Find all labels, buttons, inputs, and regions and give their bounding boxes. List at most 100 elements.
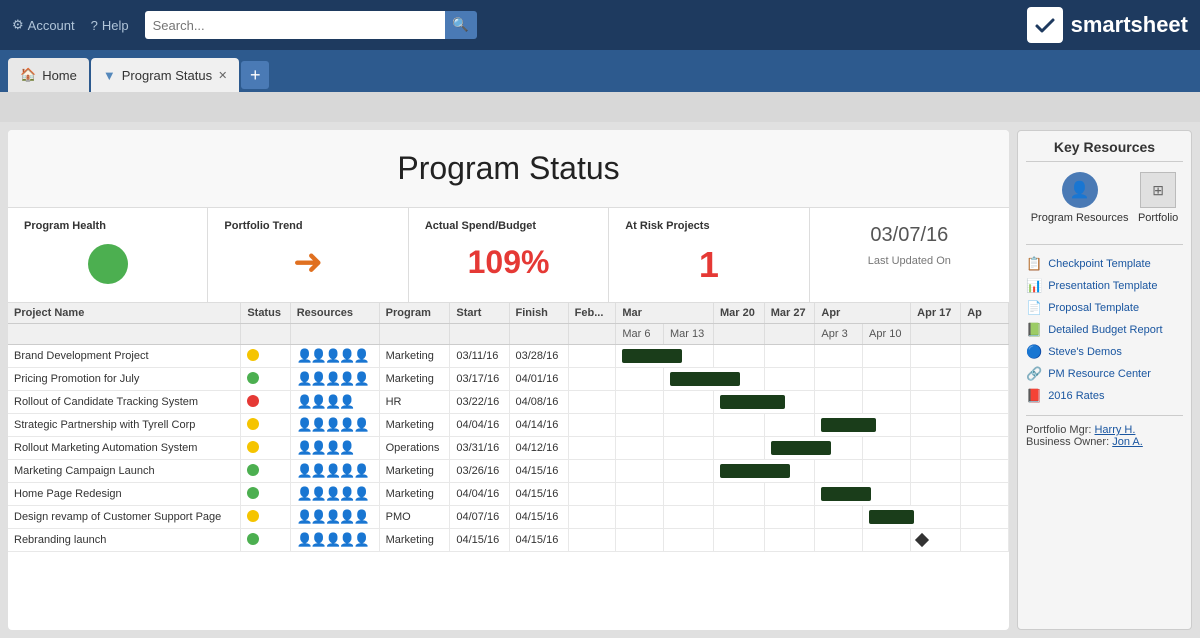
nav-left: ⚙ Account ? Help 🔍 [12,11,477,39]
question-icon: ? [91,18,98,33]
project-name: Design revamp of Customer Support Page [8,506,241,529]
project-start: 04/04/16 [450,483,509,506]
gantt-cell [863,391,911,414]
logo-sheet: sheet [1131,12,1188,37]
project-name: Rollout Marketing Automation System [8,437,241,460]
project-start: 03/17/16 [450,368,509,391]
resource-link-icon: 🔗 [1026,366,1042,382]
th-program: Program [379,303,450,324]
program-resources-label: Program Resources [1031,212,1129,224]
project-table-wrap: Project Name Status Resources Program St… [8,303,1009,552]
help-menu[interactable]: ? Help [91,18,129,33]
table-row: Rollout of Candidate Tracking System 👤👤👤… [8,391,1009,414]
gantt-cell [568,437,616,460]
tab-home-label: Home [42,68,77,83]
people-icons: 👤👤👤👤 [297,440,354,455]
th2-mar27 [764,324,815,345]
th-feb: Feb... [568,303,616,324]
table-row: Strategic Partnership with Tyrell Corp 👤… [8,414,1009,437]
gantt-cell [663,368,764,391]
project-name: Pricing Promotion for July [8,368,241,391]
gantt-cell [616,506,664,529]
resource-links: 📋 Checkpoint Template📊 Presentation Temp… [1026,253,1183,407]
portfolio-mgr-name[interactable]: Harry H. [1094,424,1135,436]
resource-link-rates[interactable]: 📕 2016 Rates [1026,385,1183,407]
gantt-cell [616,368,664,391]
gantt-cell [961,460,1009,483]
th2-finish [509,324,568,345]
status-dot [247,418,259,430]
project-finish: 04/15/16 [509,506,568,529]
gantt-cell [863,437,911,460]
tab-add-button[interactable]: + [241,61,269,89]
th-mar27: Mar 27 [764,303,815,324]
th-mar20: Mar 20 [714,303,765,324]
project-resources: 👤👤👤👤👤 [290,483,379,506]
th-mar: Mar [616,303,714,324]
resource-link-icon: 📋 [1026,256,1042,272]
status-dot [247,349,259,361]
gantt-cell [663,414,713,437]
project-status [241,506,290,529]
project-program: HR [379,391,450,414]
gantt-cell [764,368,815,391]
project-finish: 04/15/16 [509,460,568,483]
resource-link-icon: 📊 [1026,278,1042,294]
resource-portfolio[interactable]: ⊞ Portfolio [1138,172,1178,224]
gantt-cell [911,345,961,368]
tab-home[interactable]: 🏠 Home [8,58,89,92]
gantt-cell [911,414,961,437]
th2-mar6: Mar 6 [616,324,664,345]
project-program: Marketing [379,414,450,437]
project-finish: 03/28/16 [509,345,568,368]
account-menu[interactable]: ⚙ Account [12,17,75,33]
tab-dropdown-icon: ▼ [103,68,116,83]
th2-mar20 [714,324,765,345]
resource-link-proposal[interactable]: 📄 Proposal Template [1026,297,1183,319]
th-start: Start [450,303,509,324]
gantt-cell [961,506,1009,529]
gantt-cell [911,437,961,460]
gantt-cell [616,414,664,437]
tab-close-icon[interactable]: ✕ [218,69,227,82]
project-name: Home Page Redesign [8,483,241,506]
gantt-cell [714,529,765,552]
resource-link-icon: 📄 [1026,300,1042,316]
people-icons: 👤👤👤👤👤 [297,532,368,547]
th-apr: Apr [815,303,911,324]
project-program: PMO [379,506,450,529]
project-status [241,460,290,483]
health-value [24,240,191,288]
resource-link-budget[interactable]: 📗 Detailed Budget Report [1026,319,1183,341]
gantt-cell [568,483,616,506]
metric-risk: At Risk Projects 1 [609,208,809,302]
portfolio-mgr-label: Portfolio Mgr: [1026,424,1091,436]
project-program: Marketing [379,368,450,391]
search-button[interactable]: 🔍 [445,11,477,39]
business-owner-name[interactable]: Jon A. [1112,436,1143,448]
center-panel: Program Status Program Health Portfolio … [8,130,1009,630]
resource-link-pm-center[interactable]: 🔗 PM Resource Center [1026,363,1183,385]
search-input[interactable] [145,11,445,39]
th2-resources [290,324,379,345]
resource-link-demos[interactable]: 🔵 Steve's Demos [1026,341,1183,363]
project-resources: 👤👤👤👤👤 [290,506,379,529]
resource-link-presentation[interactable]: 📊 Presentation Template [1026,275,1183,297]
logo: smartsheet [1027,7,1188,43]
gantt-cell [911,368,961,391]
resource-program-resources[interactable]: 👤 Program Resources [1031,172,1129,224]
tab-program-status[interactable]: ▼ Program Status ✕ [91,58,239,92]
gantt-cell [961,437,1009,460]
table-row: Brand Development Project 👤👤👤👤👤 Marketin… [8,345,1009,368]
resource-link-checkpoint[interactable]: 📋 Checkpoint Template [1026,253,1183,275]
th-apr17: Apr 17 [911,303,961,324]
project-resources: 👤👤👤👤 [290,391,379,414]
th-resources: Resources [290,303,379,324]
th2-status [241,324,290,345]
project-start: 03/22/16 [450,391,509,414]
business-owner-label: Business Owner: [1026,436,1109,448]
project-status [241,368,290,391]
right-panel: Key Resources 👤 Program Resources ⊞ Port… [1017,130,1192,630]
th2-apr17 [911,324,961,345]
updated-date: 03/07/16 [870,224,948,247]
